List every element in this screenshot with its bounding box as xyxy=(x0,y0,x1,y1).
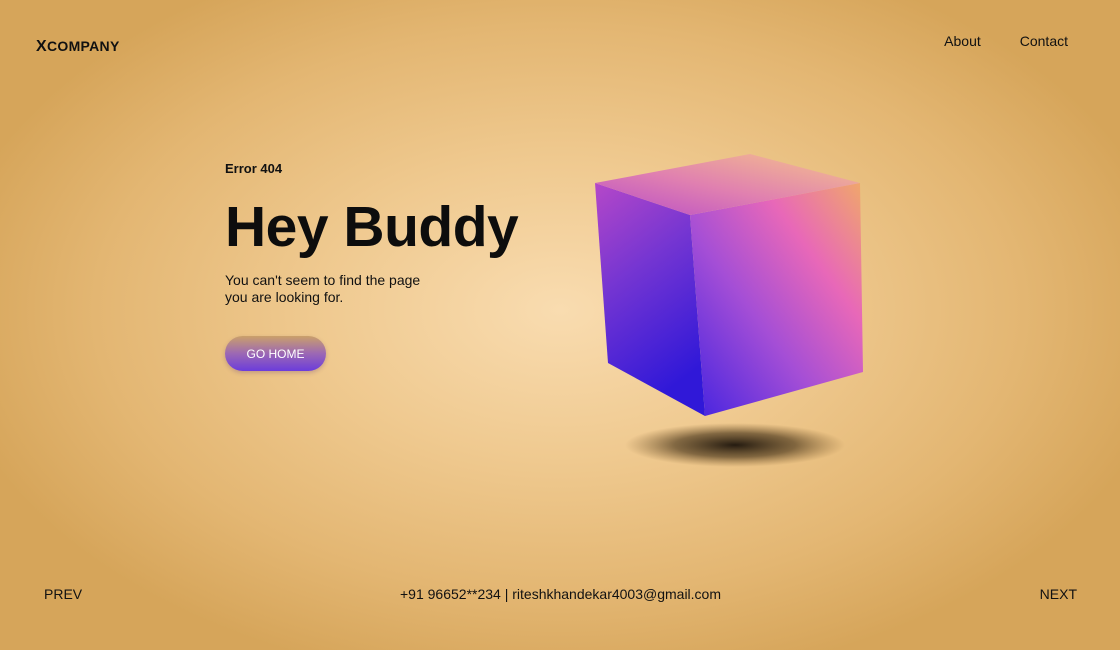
go-home-button[interactable]: GO HOME xyxy=(225,336,326,371)
cube-right-face xyxy=(690,183,863,416)
logo-initial: X xyxy=(36,38,47,55)
cube-shadow xyxy=(625,423,845,467)
company-logo[interactable]: XCOMPANY xyxy=(36,38,120,56)
top-nav: About Contact xyxy=(944,33,1068,49)
contact-info: +91 96652**234 | riteshkhandekar4003@gma… xyxy=(400,586,722,602)
error-page: { "header": { "logo_first": "X", "logo_r… xyxy=(0,0,1120,650)
nav-link-about[interactable]: About xyxy=(944,33,981,49)
page-title: Hey Buddy xyxy=(225,195,519,259)
nav-link-contact[interactable]: Contact xyxy=(1020,33,1068,49)
error-code: Error 404 xyxy=(225,161,283,176)
error-description: You can't seem to find the page you are … xyxy=(225,272,421,305)
prev-link[interactable]: PREV xyxy=(44,586,82,602)
hero-section: Error 404 Hey Buddy You can't seem to fi… xyxy=(225,161,545,371)
next-link[interactable]: NEXT xyxy=(1040,586,1077,602)
logo-text: COMPANY xyxy=(46,38,120,54)
cube-illustration xyxy=(590,150,880,470)
cube-icon xyxy=(595,154,863,467)
cube-left-face xyxy=(595,183,705,416)
